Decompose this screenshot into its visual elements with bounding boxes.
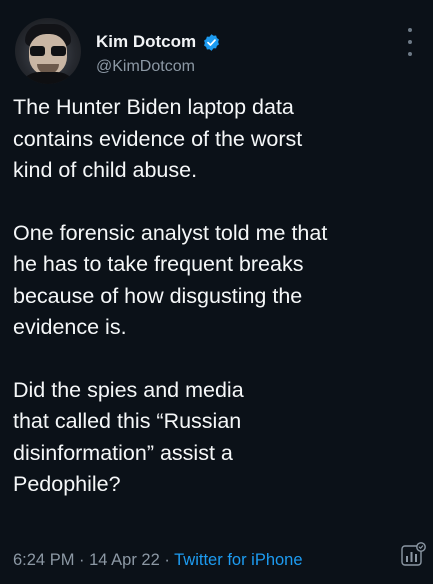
author-handle[interactable]: @KimDotcom	[96, 58, 195, 76]
meta-separator: ·	[159, 551, 175, 569]
avatar[interactable]	[15, 18, 81, 84]
avatar-glasses	[30, 46, 66, 56]
tweet-paragraph-2: One forensic analyst told me that he has…	[13, 220, 328, 340]
tweet-card: Kim Dotcom @KimDotcom The Hunter Biden l…	[0, 0, 433, 584]
tweet-time[interactable]: 6:24 PM	[13, 551, 74, 569]
tweet-paragraph-1: The Hunter Biden laptop data contains ev…	[13, 95, 303, 182]
author-name-row[interactable]: Kim Dotcom	[96, 32, 221, 52]
avatar-shirt	[19, 72, 77, 84]
tweet-paragraph-3: Did the spies and media that called this…	[13, 377, 244, 497]
verified-badge-icon	[204, 33, 220, 51]
more-options-icon[interactable]	[407, 28, 413, 56]
tweet-metadata: 6:24 PM · 14 Apr 22 · Twitter for iPhone	[13, 551, 303, 570]
tweet-text: The Hunter Biden laptop data contains ev…	[13, 92, 418, 532]
tweet-analytics-icon[interactable]	[400, 542, 426, 568]
tweet-source-link[interactable]: Twitter for iPhone	[174, 551, 302, 569]
author-display-name[interactable]: Kim Dotcom	[96, 32, 196, 52]
meta-separator: ·	[74, 551, 90, 569]
tweet-date[interactable]: 14 Apr 22	[89, 551, 160, 569]
